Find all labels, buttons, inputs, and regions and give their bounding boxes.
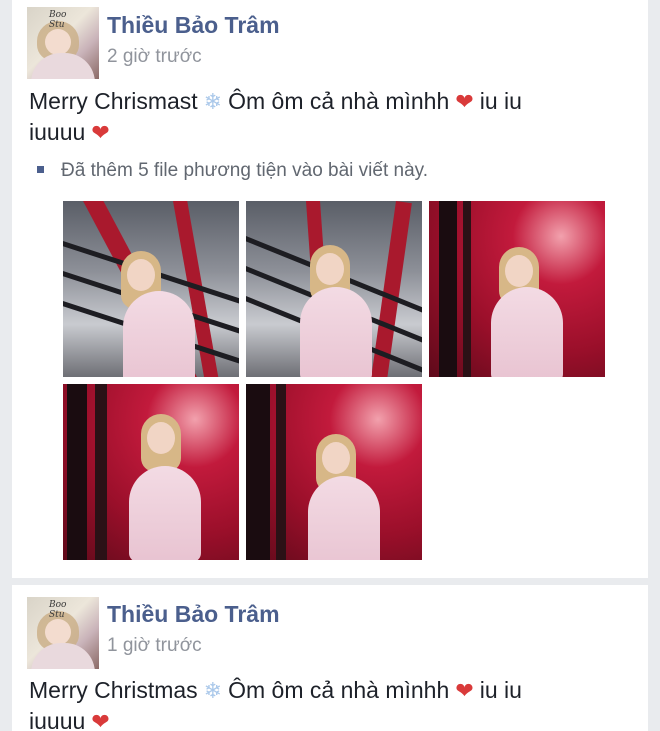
author-name[interactable]: Thiều Bảo Trâm xyxy=(107,12,280,39)
post-text-part: Merry Christmas xyxy=(29,677,198,703)
heart-icon: ❤ xyxy=(455,89,474,114)
post-text-part: iu iu xyxy=(479,88,522,114)
post-text: Merry Chrismast ❄ Ôm ôm cả nhà mìnhh ❤ iu iu… xyxy=(29,86,629,148)
post-text-part: Ôm ôm cả nhà mìnhh xyxy=(228,88,450,114)
snowflake-icon: ❄ xyxy=(203,678,223,703)
heart-icon: ❤ xyxy=(455,678,474,703)
post-text-part: iuuuu xyxy=(29,708,86,731)
square-bullet-icon xyxy=(37,165,44,173)
post-photo[interactable] xyxy=(429,201,605,377)
added-media-text: Đã thêm 5 file phương tiện vào bài viết … xyxy=(61,160,429,181)
post-photo[interactable] xyxy=(63,384,239,560)
post-timestamp[interactable]: 1 giờ trước xyxy=(107,635,202,657)
snowflake-icon: ❄ xyxy=(203,89,223,114)
heart-icon: ❤ xyxy=(91,709,110,731)
author-avatar[interactable]: Boo Stu xyxy=(27,7,99,79)
post-text-part: Merry Chrismast xyxy=(29,88,198,114)
post-text-part: iu iu xyxy=(479,677,522,703)
post-text-part: iuuuu xyxy=(29,119,86,145)
post-timestamp[interactable]: 2 giờ trước xyxy=(107,46,202,68)
post-photo[interactable] xyxy=(63,201,239,377)
post-photo[interactable] xyxy=(246,201,422,377)
post-photo[interactable] xyxy=(246,384,422,560)
feed: Boo Stu Thiều Bảo Trâm 2 giờ trước Merry … xyxy=(0,0,660,731)
post-card: Boo Stu Thiều Bảo Trâm 1 giờ trước Merry … xyxy=(12,585,648,731)
author-name[interactable]: Thiều Bảo Trâm xyxy=(107,601,280,628)
heart-icon: ❤ xyxy=(91,120,110,145)
post-text: Merry Christmas ❄ Ôm ôm cả nhà mìnhh ❤ iu iu… xyxy=(29,675,629,731)
post-card: Boo Stu Thiều Bảo Trâm 2 giờ trước Merry … xyxy=(12,0,648,578)
post-text-part: Ôm ôm cả nhà mìnhh xyxy=(228,677,450,703)
author-avatar[interactable]: Boo Stu xyxy=(27,597,99,669)
added-media-notice: Đã thêm 5 file phương tiện vào bài viết … xyxy=(29,160,428,182)
